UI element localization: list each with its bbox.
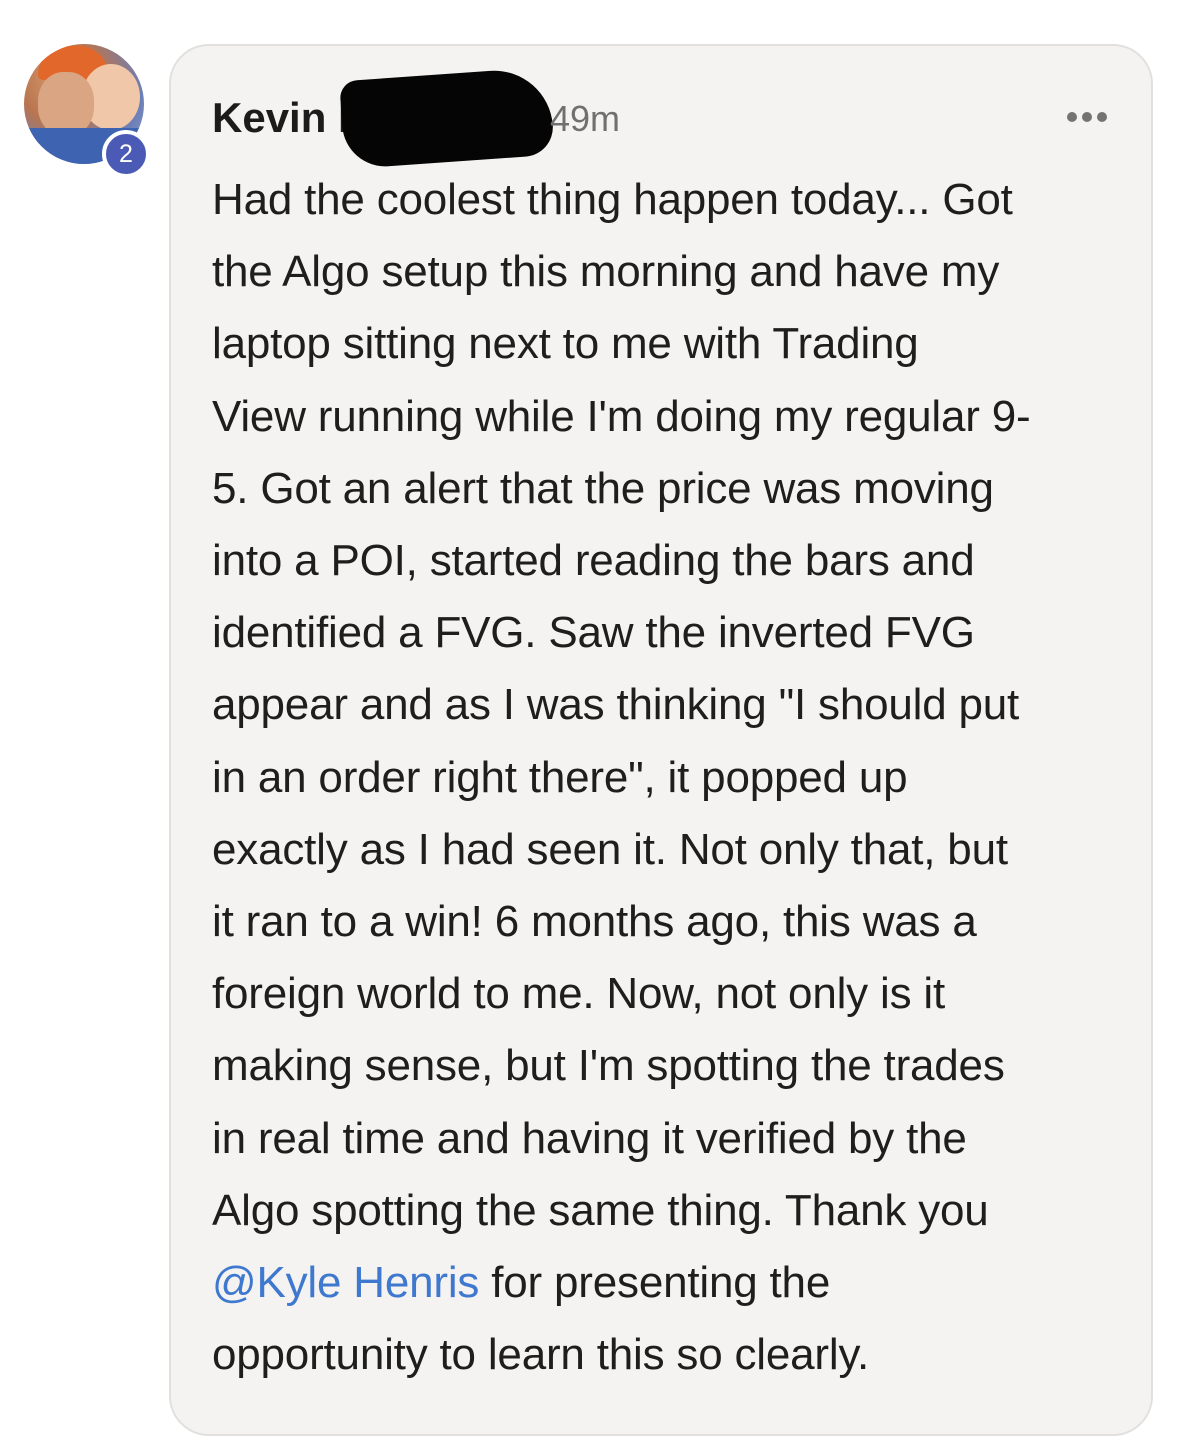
comment-line: the Algo setup this morning and have my — [212, 247, 1000, 297]
comment-line: opportunity to learn this so clearly. — [212, 1330, 870, 1380]
comment-text-fragment: for presenting the — [479, 1258, 831, 1308]
comment-line: in an order right there", it popped up — [212, 752, 908, 802]
comment-line: Algo spotting the same thing. Thank you — [212, 1185, 989, 1235]
comment-bubble: Kevin K 49m Had the coolest thing happen… — [169, 44, 1153, 1436]
more-options-icon[interactable] — [1067, 112, 1107, 122]
comment-line: it ran to a win! 6 months ago, this was … — [212, 897, 977, 947]
avatar-container[interactable]: 2 — [24, 44, 150, 178]
comment-line: 5. Got an alert that the price was movin… — [212, 463, 994, 513]
comment-line: View running while I'm doing my regular … — [212, 391, 1031, 441]
comment-line-with-mention: @Kyle Henris for presenting the — [212, 1247, 1127, 1319]
dot — [1097, 112, 1107, 122]
dot — [1082, 112, 1092, 122]
comment-line: laptop sitting next to me with Trading — [212, 319, 919, 369]
name-redaction-scribble — [339, 66, 555, 170]
comment-line: identified a FVG. Saw the inverted FVG — [212, 608, 975, 658]
mention-link[interactable]: @Kyle Henris — [212, 1258, 479, 1307]
comment-line: in real time and having it verified by t… — [212, 1113, 967, 1163]
comment-line: foreign world to me. Now, not only is it — [212, 969, 945, 1019]
comment-line: exactly as I had seen it. Not only that,… — [212, 824, 1008, 874]
post-timestamp: 49m — [550, 98, 621, 139]
dot — [1067, 112, 1077, 122]
comment-line: making sense, but I'm spotting the trade… — [212, 1041, 1005, 1091]
comment-line: Had the coolest thing happen today... Go… — [212, 175, 1013, 224]
comment-text: Had the coolest thing happen today... Go… — [212, 164, 1127, 1391]
avatar-face-shape — [38, 72, 94, 136]
comment-line: appear and as I was thinking "I should p… — [212, 680, 1020, 730]
comment-line: into a POI, started reading the bars and — [212, 536, 975, 586]
level-badge: 2 — [102, 130, 150, 178]
